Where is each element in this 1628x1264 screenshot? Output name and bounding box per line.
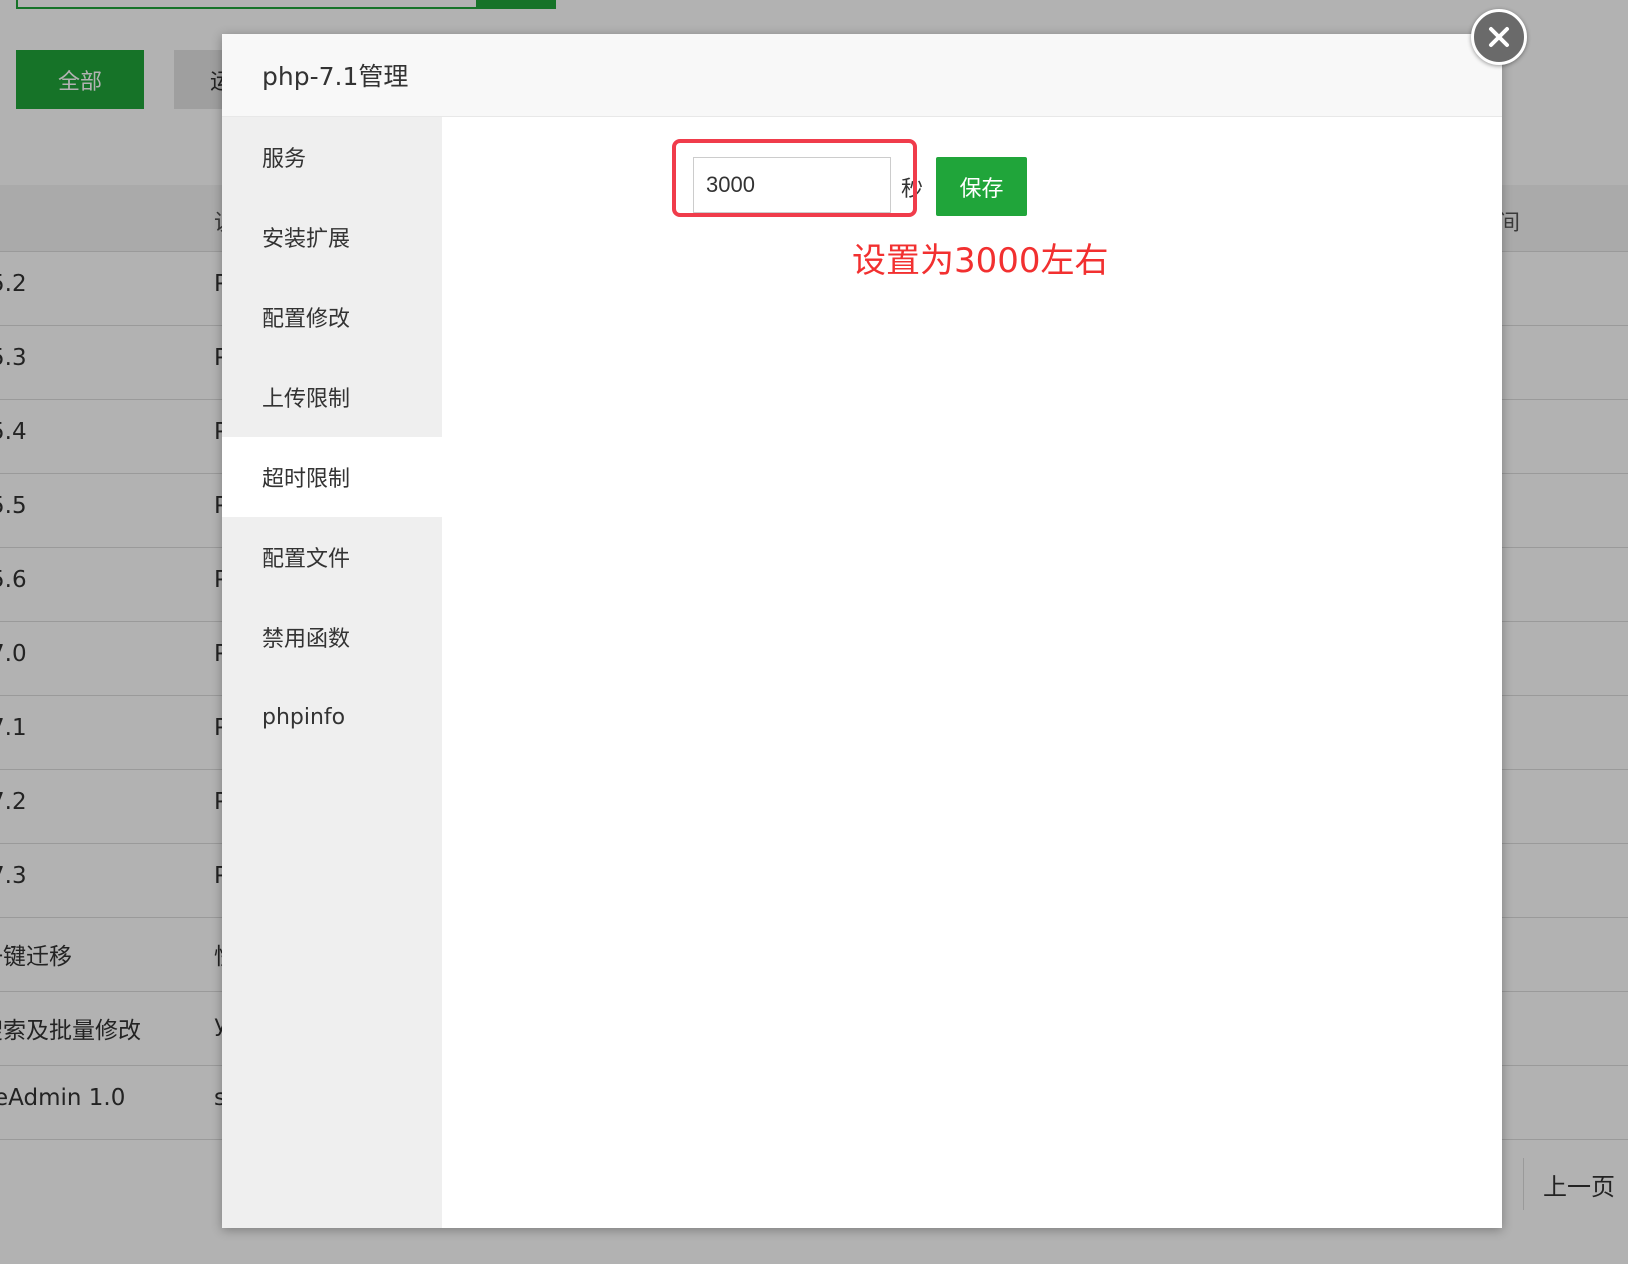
- sidebar-item-upload-limit[interactable]: 上传限制: [222, 357, 442, 437]
- sidebar-item-config-edit[interactable]: 配置修改: [222, 277, 442, 357]
- dialog-title: php-7.1管理: [262, 62, 409, 91]
- sidebar-item-install-extensions[interactable]: 安装扩展: [222, 197, 442, 277]
- sidebar-item-disabled-functions[interactable]: 禁用函数: [222, 597, 442, 677]
- sidebar-item-config-file[interactable]: 配置文件: [222, 517, 442, 597]
- save-button[interactable]: 保存: [936, 157, 1027, 216]
- php-manage-dialog: php-7.1管理 服务 安装扩展 配置修改 上传限制 超时限制 配置文件 禁用…: [222, 34, 1502, 1228]
- sidebar-item-service[interactable]: 服务: [222, 117, 442, 197]
- dialog-content: 秒 保存 设置为3000左右: [442, 117, 1502, 1228]
- close-icon: [1489, 27, 1509, 47]
- annotation-text: 设置为3000左右: [852, 241, 1109, 281]
- sidebar-item-timeout-limit[interactable]: 超时限制: [222, 437, 442, 517]
- sidebar-item-phpinfo[interactable]: phpinfo: [222, 677, 442, 757]
- annotation-highlight-box: [672, 139, 917, 217]
- close-button[interactable]: [1471, 9, 1527, 65]
- dialog-sidebar: 服务 安装扩展 配置修改 上传限制 超时限制 配置文件 禁用函数 phpinfo: [222, 117, 442, 1228]
- dialog-header: php-7.1管理: [222, 34, 1502, 117]
- dialog-body: 服务 安装扩展 配置修改 上传限制 超时限制 配置文件 禁用函数 phpinfo…: [222, 117, 1502, 1228]
